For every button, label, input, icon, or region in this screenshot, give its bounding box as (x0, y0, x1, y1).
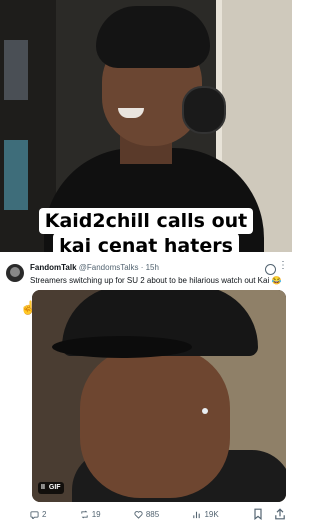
views-count: 19K (204, 509, 219, 519)
tweet-actions: 2 19 885 19K (30, 508, 286, 520)
tweet-extra-actions (252, 508, 286, 520)
reply-count: 2 (42, 509, 47, 519)
views-icon (193, 511, 201, 518)
bookmark-icon[interactable] (252, 508, 264, 520)
headphones-icon (182, 86, 226, 134)
caption-text-2: kai cenat haters (53, 233, 239, 252)
caption-line-1: Kaid2chill calls out (0, 208, 292, 234)
reply-button[interactable]: 2 (30, 508, 46, 520)
caption-line-2: kai cenat haters (0, 233, 292, 252)
tweet-text: Streamers switching up for SU 2 about to… (30, 276, 282, 285)
person-hair (96, 6, 210, 68)
separator: · (140, 263, 144, 272)
media-earring (202, 408, 208, 414)
like-button[interactable]: 885 (134, 508, 159, 520)
media-cap-brim (52, 336, 192, 358)
display-name[interactable]: FandomTalk (30, 263, 77, 272)
more-icon[interactable]: ⋮ (278, 260, 288, 271)
repost-icon (81, 510, 88, 518)
repost-button[interactable]: 19 (80, 508, 101, 520)
shelf-item (4, 40, 28, 100)
views-button[interactable]: 19K (192, 508, 219, 520)
shelf-item (4, 140, 28, 210)
reply-icon (30, 510, 39, 519)
pause-icon[interactable]: II (41, 482, 45, 494)
like-count: 885 (145, 509, 160, 519)
tweet-media[interactable]: II GIF (32, 290, 286, 502)
gif-label: GIF (48, 484, 61, 491)
timestamp[interactable]: 15h (146, 263, 159, 272)
grok-icon[interactable] (265, 264, 276, 275)
tweet-card[interactable]: FandomTalk @FandomsTalks · 15h ⋮ Streame… (0, 256, 292, 520)
video-frame[interactable]: Kaid2chill calls out kai cenat haters (0, 0, 292, 252)
repost-count: 19 (91, 509, 101, 519)
handle[interactable]: @FandomsTalks (79, 263, 139, 272)
heart-icon (134, 510, 143, 519)
share-icon[interactable] (274, 508, 286, 520)
gif-badge[interactable]: II GIF (38, 482, 64, 494)
tweet-header: FandomTalk @FandomsTalks · 15h (30, 263, 262, 272)
media-face (80, 348, 230, 498)
caption-text-1: Kaid2chill calls out (38, 208, 254, 234)
avatar[interactable] (6, 264, 24, 282)
